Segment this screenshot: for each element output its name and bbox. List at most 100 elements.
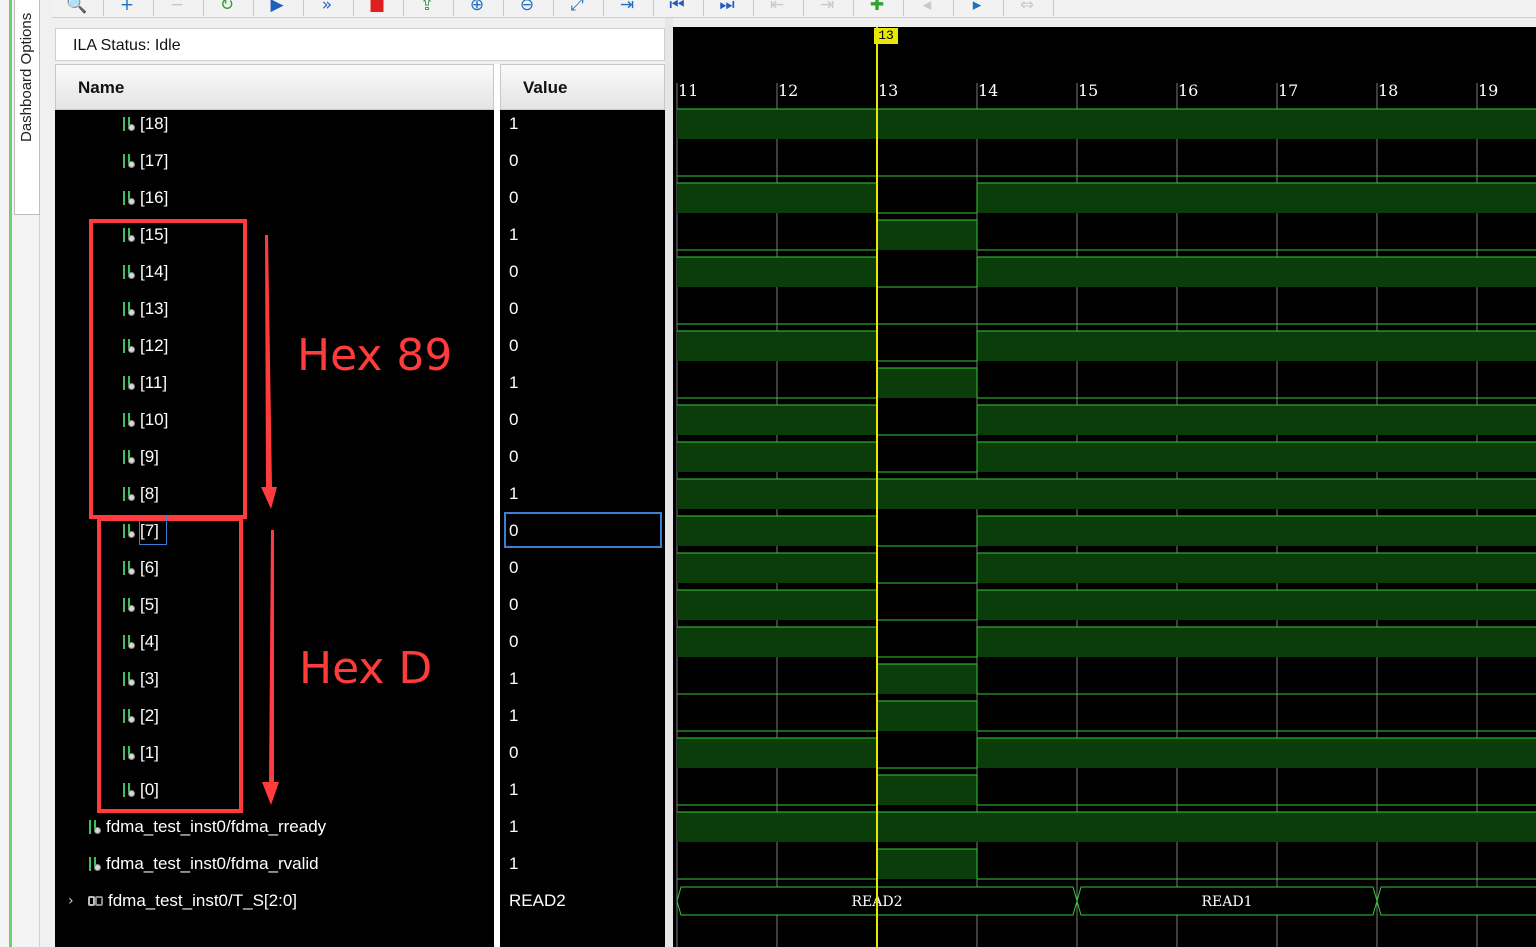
signal-value[interactable]: 0 [509, 142, 518, 179]
signal-row[interactable]: [16] [122, 179, 168, 216]
signal-value[interactable]: 0 [509, 734, 518, 771]
wave-high-segment [977, 738, 1077, 768]
stop-trigger-icon[interactable]: ■ [366, 0, 388, 14]
signal-value[interactable]: 1 [509, 105, 518, 142]
next-marker-icon[interactable]: ▸ [966, 0, 988, 14]
expand-chevron-icon[interactable]: › [68, 893, 74, 909]
signal-row[interactable]: [2] [122, 697, 159, 734]
signal-row[interactable]: [1] [122, 734, 159, 771]
signal-value[interactable]: 0 [509, 438, 518, 475]
remove-probe-icon[interactable]: − [166, 0, 188, 14]
signal-name: [15] [140, 224, 169, 244]
auto-trigger-icon[interactable]: ↻ [216, 0, 238, 14]
goto-cursor-icon[interactable]: ⇥ [616, 0, 638, 14]
wave-high-segment [1377, 183, 1477, 213]
wave-high-segment [677, 405, 777, 435]
signal-value[interactable]: 0 [509, 290, 518, 327]
signal-row[interactable]: [3] [122, 660, 159, 697]
signal-value[interactable]: 0 [509, 253, 518, 290]
signal-row[interactable]: [0] [122, 771, 159, 808]
signal-row[interactable]: fdma_test_inst0/fdma_rvalid [88, 845, 319, 882]
value-column-header[interactable]: Value [500, 64, 665, 110]
add-marker-icon[interactable]: ✚ [866, 0, 888, 14]
signal-value[interactable]: 0 [509, 327, 518, 364]
signal-row[interactable]: [14] [122, 253, 168, 290]
signal-value[interactable]: 0 [509, 623, 518, 660]
signal-value[interactable]: 1 [509, 475, 518, 512]
signal-value[interactable]: 1 [509, 697, 518, 734]
signal-value[interactable]: 0 [509, 179, 518, 216]
trigger-immediate-icon[interactable]: » [316, 0, 338, 14]
toolbar-separator [1003, 0, 1004, 16]
signal-value[interactable]: 0 [509, 549, 518, 586]
toolbar-separator [703, 0, 704, 16]
bit-signal-icon [122, 227, 136, 243]
signal-row[interactable]: [18] [122, 105, 168, 142]
signal-row[interactable]: [12] [122, 327, 168, 364]
wave-high-segment [1277, 479, 1377, 509]
signal-row[interactable]: [13] [122, 290, 168, 327]
wave-high-segment [1377, 442, 1477, 472]
signal-row[interactable]: [6] [122, 549, 159, 586]
signal-row[interactable]: [17] [122, 142, 168, 179]
export-icon[interactable]: ⇪ [416, 0, 438, 14]
signal-value[interactable]: 1 [509, 660, 518, 697]
signal-value[interactable]: 1 [509, 364, 518, 401]
wave-high-segment [777, 738, 877, 768]
signal-name: [3] [140, 668, 159, 688]
signal-row[interactable]: [4] [122, 623, 159, 660]
prev-marker-icon[interactable]: ◂ [916, 0, 938, 14]
cursor-marker-label[interactable]: 13 [874, 28, 898, 44]
wave-high-segment [677, 331, 777, 361]
prev-transition-icon[interactable]: ⇤ [766, 0, 788, 14]
wave-high-segment [777, 183, 877, 213]
signal-row[interactable]: [5] [122, 586, 159, 623]
wave-high-segment [1177, 738, 1277, 768]
toolbar-separator [203, 0, 204, 16]
zoom-out-icon[interactable]: ⊖ [516, 0, 538, 14]
dashboard-accent-bar [9, 0, 12, 947]
time-tick-label: 17 [1278, 81, 1298, 100]
signal-value[interactable]: 1 [509, 216, 518, 253]
signal-row[interactable]: › fdma_test_inst0/T_S[2:0] [68, 882, 297, 919]
waveform-canvas[interactable]: 111213141516171819READ2READ1 [673, 27, 1536, 947]
wave-high-segment [1077, 331, 1177, 361]
goto-start-icon[interactable]: ⏮ [666, 0, 688, 14]
signal-value[interactable]: 0 [509, 586, 518, 623]
signal-value[interactable]: 1 [509, 845, 518, 882]
signal-row[interactable]: [10] [122, 401, 168, 438]
signal-value[interactable]: 0 [509, 401, 518, 438]
wave-high-segment [777, 627, 877, 657]
waveform-viewer[interactable]: 111213141516171819READ2READ1 [673, 27, 1536, 947]
signal-row[interactable]: [8] [122, 475, 159, 512]
zoom-icon[interactable]: 🔍 [66, 0, 88, 14]
signal-name: [16] [140, 187, 169, 207]
signal-row[interactable]: [15] [122, 216, 168, 253]
pane-splitter[interactable] [665, 18, 673, 947]
wave-high-segment [1177, 183, 1277, 213]
wave-high-segment [1177, 442, 1277, 472]
name-column-header[interactable]: Name [55, 64, 494, 110]
wave-high-segment [1177, 257, 1277, 287]
goto-end-icon[interactable]: ⏭ [716, 0, 738, 14]
swap-cursors-icon[interactable]: ⇔ [1016, 0, 1038, 14]
wave-high-segment [1477, 183, 1536, 213]
signal-row[interactable]: fdma_test_inst0/fdma_rready [88, 808, 326, 845]
wave-high-segment [977, 627, 1077, 657]
signal-value[interactable]: 1 [509, 771, 518, 808]
zoom-fit-icon[interactable]: ⤢ [566, 0, 588, 14]
signal-value[interactable]: 1 [509, 808, 518, 845]
dashboard-options-tab[interactable]: Dashboard Options [14, 0, 40, 215]
wave-high-segment [777, 109, 877, 139]
toolbar-separator [653, 0, 654, 16]
time-tick-label: 15 [1078, 81, 1098, 100]
zoom-in-icon[interactable]: ⊕ [466, 0, 488, 14]
run-trigger-icon[interactable]: ▶ [266, 0, 288, 14]
add-probe-icon[interactable]: + [116, 0, 138, 14]
toolbar-separator [153, 0, 154, 16]
next-transition-icon[interactable]: ⇥ [816, 0, 838, 14]
signal-row[interactable]: [11] [122, 364, 167, 401]
signal-row[interactable]: [9] [122, 438, 159, 475]
bit-signal-icon [88, 819, 102, 835]
signal-value[interactable]: READ2 [509, 882, 566, 919]
